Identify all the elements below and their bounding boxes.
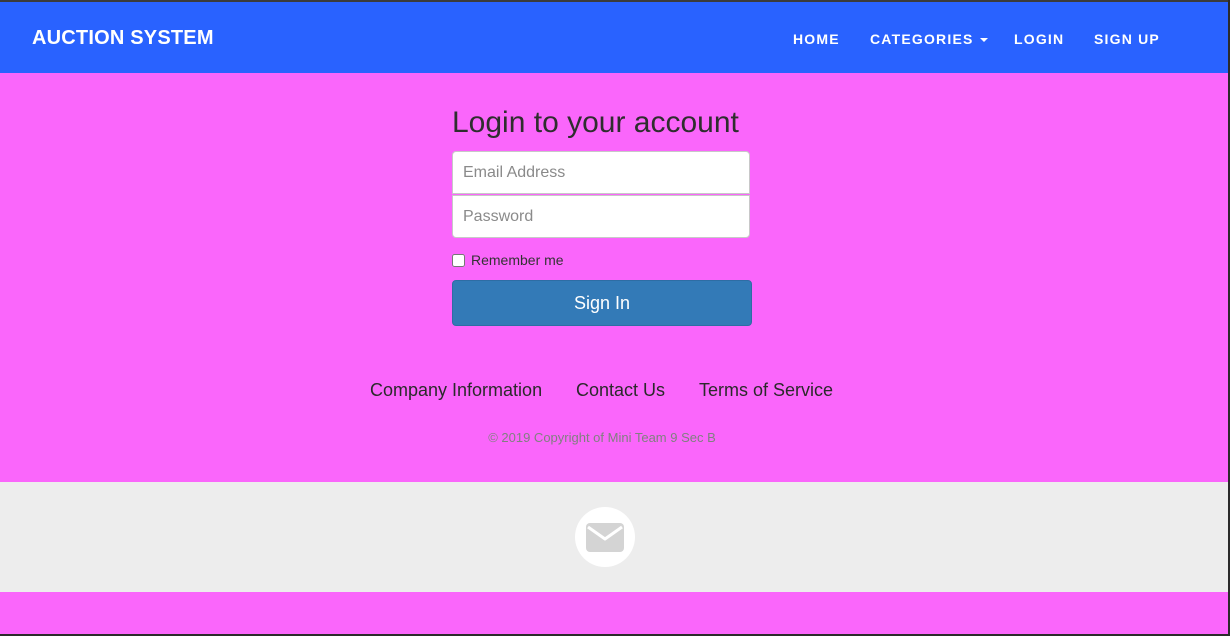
- sign-in-button[interactable]: Sign In: [452, 280, 752, 326]
- nav-home[interactable]: HOME: [793, 31, 840, 47]
- nav-login[interactable]: LOGIN: [1014, 31, 1064, 47]
- footer-link-company-information[interactable]: Company Information: [370, 380, 542, 401]
- remember-label: Remember me: [471, 252, 564, 268]
- navbar: AUCTION SYSTEM HOME CATEGORIES LOGIN SIG…: [0, 2, 1230, 73]
- footer-link-terms-of-service[interactable]: Terms of Service: [699, 380, 833, 401]
- nav-categories[interactable]: CATEGORIES: [870, 31, 988, 47]
- remember-checkbox[interactable]: [452, 253, 465, 267]
- brand-logo[interactable]: AUCTION SYSTEM: [32, 27, 214, 50]
- password-field[interactable]: [452, 195, 750, 238]
- caret-down-icon: [979, 38, 988, 43]
- copyright-text: © 2019 Copyright of Mini Team 9 Sec B: [488, 430, 716, 445]
- envelope-icon: [586, 523, 624, 552]
- nav-sign-up[interactable]: SIGN UP: [1094, 31, 1160, 47]
- login-title: Login to your account: [452, 106, 739, 139]
- remember-me[interactable]: Remember me: [452, 252, 564, 268]
- email-field[interactable]: [452, 151, 750, 194]
- footer-link-contact-us[interactable]: Contact Us: [576, 380, 665, 401]
- nav-categories-label: CATEGORIES: [870, 31, 974, 47]
- contact-email-button[interactable]: [575, 507, 635, 567]
